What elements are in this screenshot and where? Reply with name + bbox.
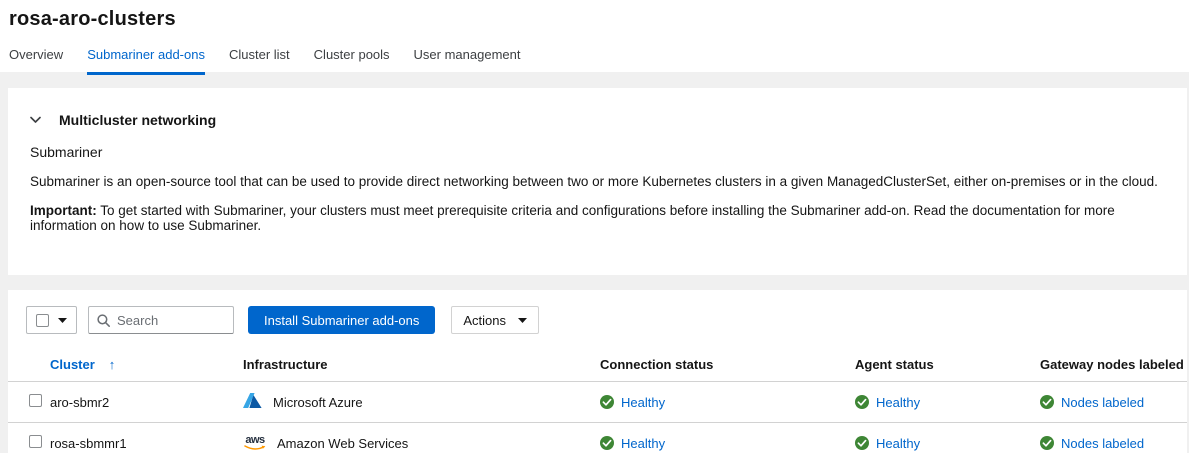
submariner-description: Submariner is an open-source tool that c… [30, 174, 1167, 189]
bulk-select-dropdown[interactable] [26, 306, 77, 334]
tab-bar: Overview Submariner add-ons Cluster list… [0, 44, 1189, 75]
actions-label: Actions [463, 313, 506, 328]
tab-submariner-add-ons[interactable]: Submariner add-ons [87, 47, 205, 75]
cluster-name: aro-sbmr2 [50, 395, 243, 410]
multicluster-networking-card: Multicluster networking Submariner Subma… [8, 88, 1187, 275]
success-check-icon [1040, 395, 1054, 409]
section-title: Multicluster networking [59, 112, 216, 128]
success-check-icon [600, 395, 614, 409]
gateway-nodes-cell: Nodes labeled [1040, 395, 1187, 410]
table-toolbar: Install Submariner add-ons Actions [8, 306, 1187, 334]
important-text: To get started with Submariner, your clu… [30, 203, 1115, 233]
table-header-row: Cluster ↑ Infrastructure Connection stat… [8, 348, 1187, 382]
caret-down-icon [58, 318, 67, 323]
actions-dropdown-button[interactable]: Actions [451, 306, 539, 334]
submariner-important-note: Important: To get started with Submarine… [30, 203, 1167, 233]
connection-status-link[interactable]: Healthy [621, 395, 665, 410]
clusters-table: Cluster ↑ Infrastructure Connection stat… [8, 348, 1187, 453]
search-box [88, 306, 234, 334]
column-header-gateway-nodes-labeled: Gateway nodes labeled [1040, 357, 1187, 372]
success-check-icon [855, 395, 869, 409]
submariner-subtitle: Submariner [30, 144, 1167, 160]
infrastructure-cell: Microsoft Azure [243, 393, 600, 411]
gateway-nodes-cell: Nodes labeled [1040, 436, 1187, 451]
column-header-cluster[interactable]: Cluster ↑ [50, 357, 243, 372]
column-header-agent-status: Agent status [855, 357, 1040, 372]
success-check-icon [855, 436, 869, 450]
azure-logo-icon [243, 393, 263, 411]
clusters-table-card: Install Submariner add-ons Actions Clust… [8, 290, 1187, 453]
chevron-down-icon [30, 116, 41, 124]
connection-status-cell: Healthy [600, 436, 855, 451]
column-header-connection-status: Connection status [600, 357, 855, 372]
agent-status-cell: Healthy [855, 395, 1040, 410]
page: rosa-aro-clusters Overview Submariner ad… [0, 0, 1189, 453]
tab-user-management[interactable]: User management [414, 47, 521, 75]
page-title: rosa-aro-clusters [0, 8, 1189, 31]
cluster-name: rosa-sbmmr1 [50, 436, 243, 451]
gateway-nodes-link[interactable]: Nodes labeled [1061, 395, 1144, 410]
bulk-select-checkbox[interactable] [36, 314, 49, 327]
page-header: rosa-aro-clusters Overview Submariner ad… [0, 0, 1189, 72]
main-content: Multicluster networking Submariner Subma… [0, 72, 1189, 453]
gateway-nodes-link[interactable]: Nodes labeled [1061, 436, 1144, 451]
connection-status-link[interactable]: Healthy [621, 436, 665, 451]
sort-ascending-icon[interactable]: ↑ [109, 357, 116, 372]
row-checkbox[interactable] [29, 394, 42, 407]
agent-status-cell: Healthy [855, 436, 1040, 451]
search-input[interactable] [117, 313, 225, 328]
infrastructure-label: Amazon Web Services [277, 436, 408, 451]
caret-down-icon [518, 318, 527, 323]
success-check-icon [1040, 436, 1054, 450]
column-header-infrastructure: Infrastructure [243, 357, 600, 372]
table-row: rosa-sbmmr1 aws Amazon Web Services Heal… [8, 423, 1187, 453]
row-checkbox[interactable] [29, 435, 42, 448]
table-row: aro-sbmr2 Microsoft Azure [8, 382, 1187, 423]
infrastructure-label: Microsoft Azure [273, 395, 363, 410]
multicluster-networking-expander[interactable]: Multicluster networking [30, 112, 1167, 128]
agent-status-link[interactable]: Healthy [876, 436, 920, 451]
success-check-icon [600, 436, 614, 450]
connection-status-cell: Healthy [600, 395, 855, 410]
tab-cluster-list[interactable]: Cluster list [229, 47, 290, 75]
aws-logo-icon: aws [243, 436, 267, 451]
install-submariner-add-ons-button[interactable]: Install Submariner add-ons [248, 306, 435, 334]
tab-cluster-pools[interactable]: Cluster pools [314, 47, 390, 75]
important-label: Important: [30, 203, 97, 218]
tab-overview[interactable]: Overview [9, 47, 63, 75]
agent-status-link[interactable]: Healthy [876, 395, 920, 410]
search-icon [97, 314, 110, 327]
infrastructure-cell: aws Amazon Web Services [243, 436, 600, 451]
